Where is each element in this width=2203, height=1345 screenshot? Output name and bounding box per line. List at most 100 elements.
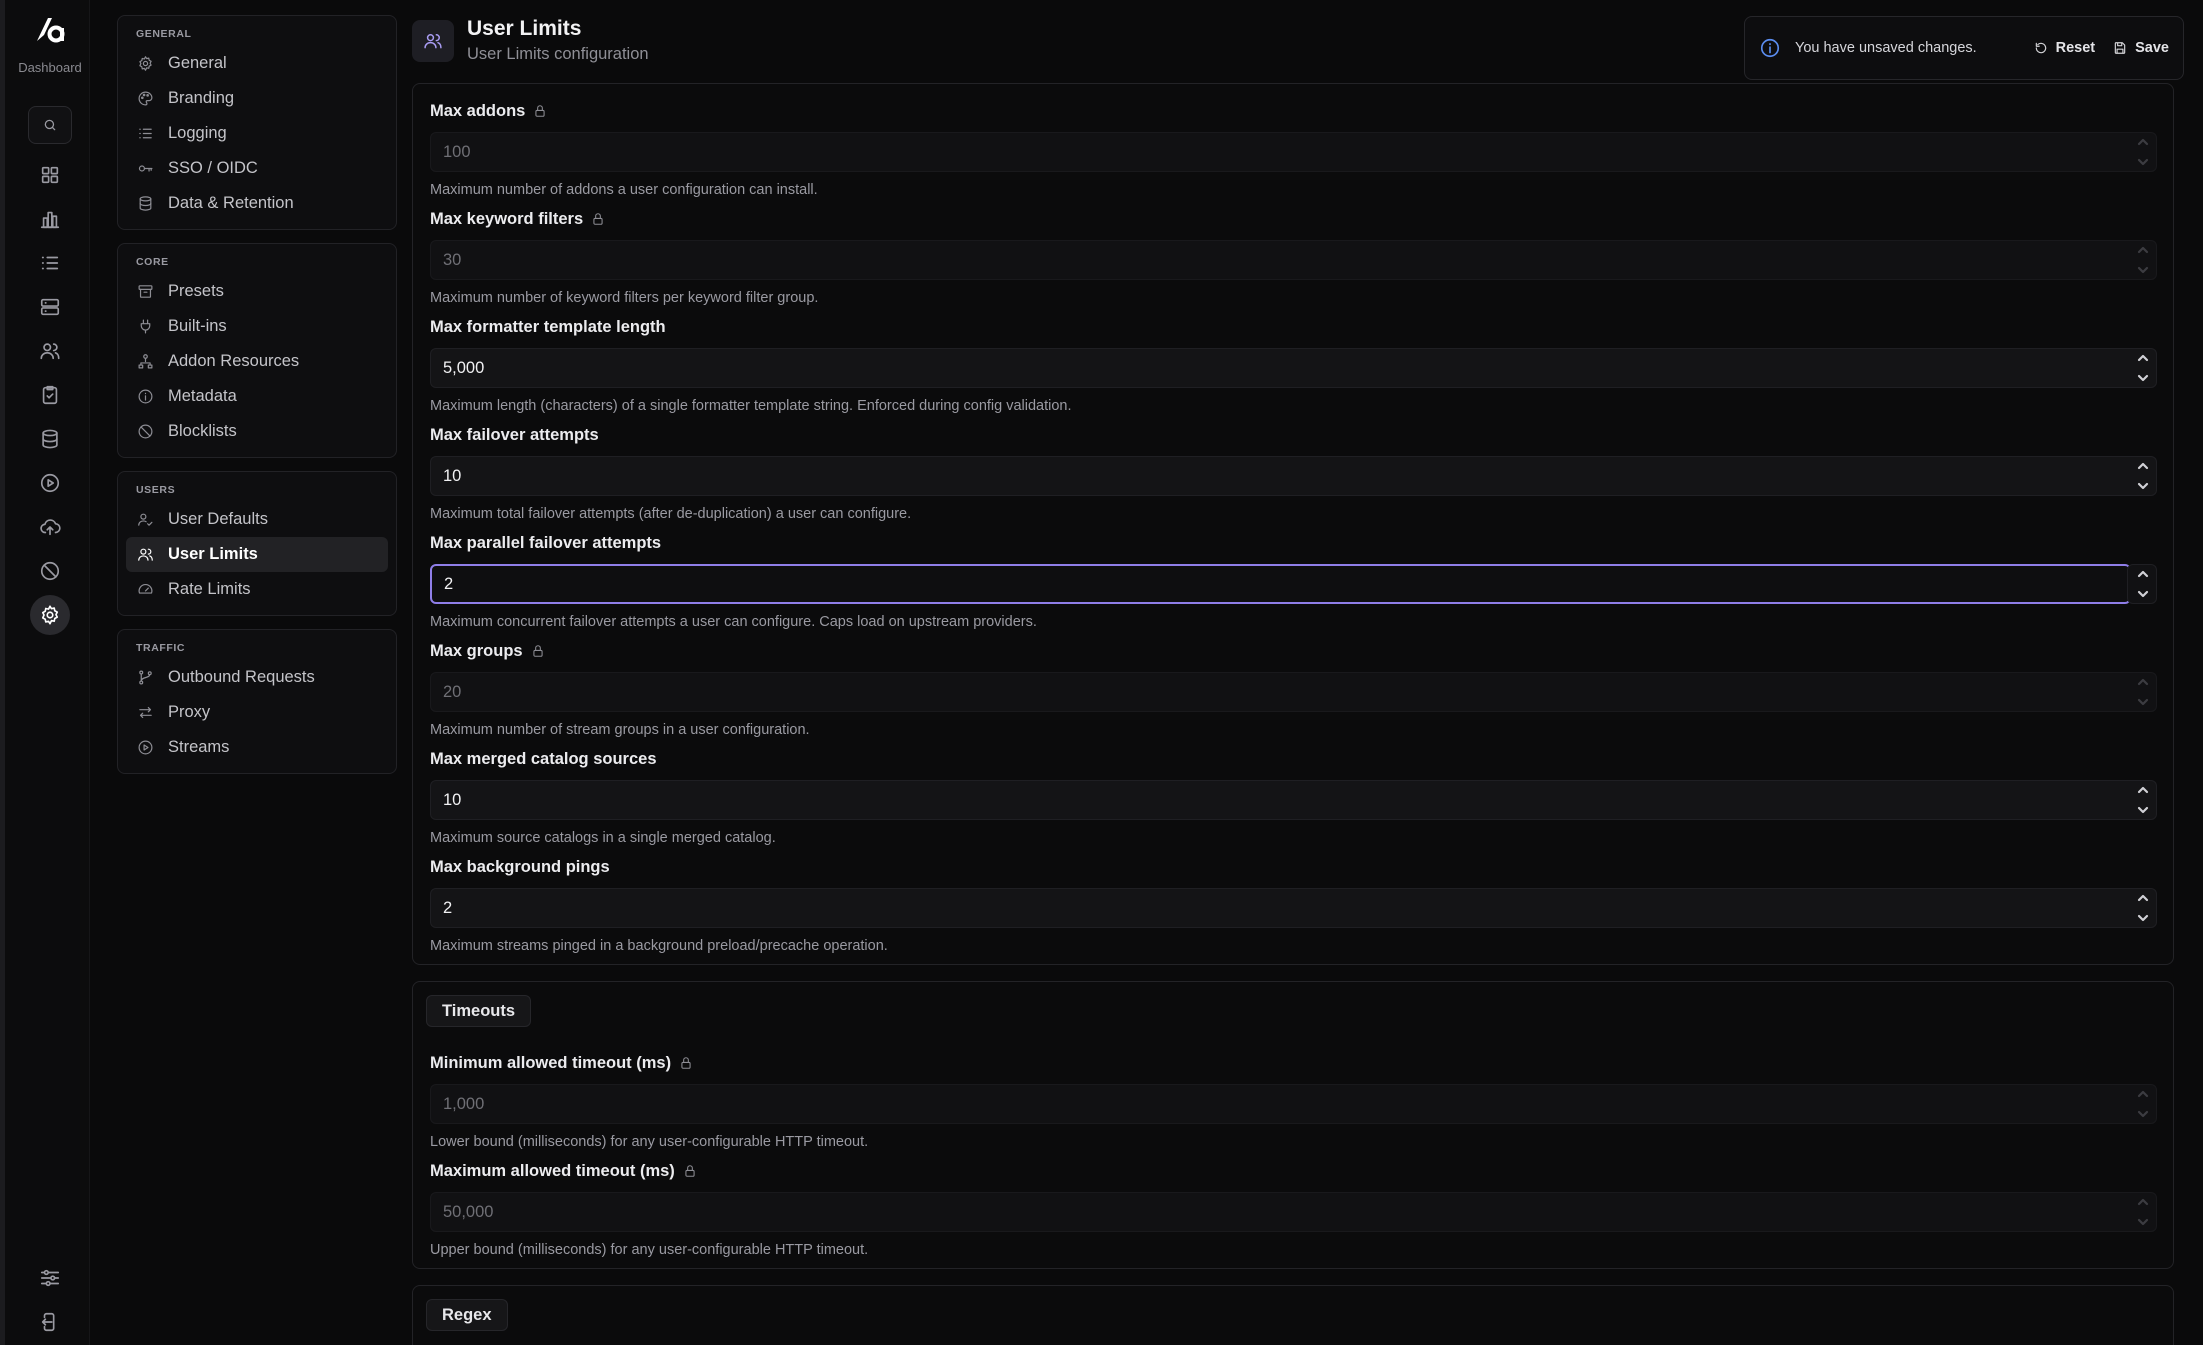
- rail-database-button[interactable]: [30, 419, 70, 459]
- reset-label: Reset: [2055, 40, 2096, 56]
- number-stepper[interactable]: [2135, 460, 2151, 492]
- field-min-allowed-timeout: Minimum allowed timeout (ms) Lower bound…: [430, 1052, 2172, 1152]
- rail-preferences-button[interactable]: [30, 1258, 70, 1298]
- max-parallel-failover-attempts-input[interactable]: [430, 564, 2131, 604]
- plug-icon: [140, 319, 151, 334]
- list-icon: [139, 128, 152, 139]
- nav-item-sso-oidc[interactable]: SSO / OIDC: [126, 151, 388, 186]
- nav-item-logging[interactable]: Logging: [126, 116, 388, 151]
- save-icon: [2114, 42, 2126, 54]
- nav-group-title: TRAFFIC: [136, 642, 186, 654]
- unsaved-message: You have unsaved changes.: [1795, 40, 1977, 56]
- nav-group-users: USERS User Defaults User Limits Rate Lim…: [117, 471, 397, 616]
- users-icon: [40, 343, 60, 360]
- nav-item-rate-limits[interactable]: Rate Limits: [126, 572, 388, 607]
- grid-icon: [41, 166, 59, 184]
- field-max-addons: Max addons Maximum number of addons a us…: [430, 100, 2172, 200]
- logout-icon: [41, 1312, 55, 1332]
- nav-item-branding[interactable]: Branding: [126, 81, 388, 116]
- nav-item-presets[interactable]: Presets: [126, 274, 388, 309]
- field-help: Lower bound (milliseconds) for any user-…: [430, 1134, 869, 1150]
- field-max-failover-attempts: Max failover attempts Maximum total fail…: [430, 424, 2172, 524]
- nav-item-user-defaults[interactable]: User Defaults: [126, 502, 388, 537]
- archive-icon: [138, 285, 153, 298]
- max-addons-input: [430, 132, 2157, 172]
- max-merged-catalog-sources-input[interactable]: [430, 780, 2157, 820]
- rail-dashboard-button[interactable]: [30, 155, 70, 195]
- lock-icon: [531, 644, 545, 658]
- nav-item-outbound-requests[interactable]: Outbound Requests: [126, 660, 388, 695]
- page-title: User Limits: [467, 17, 582, 40]
- number-stepper: [2135, 136, 2151, 168]
- search-icon: [44, 119, 56, 131]
- nav-item-metadata[interactable]: Metadata: [126, 379, 388, 414]
- field-label: Max formatter template length: [430, 317, 666, 336]
- rail-users-button[interactable]: [30, 331, 70, 371]
- nav-item-label: Logging: [168, 124, 227, 142]
- regex-panel: Regex: [412, 1285, 2174, 1345]
- max-background-pings-input[interactable]: [430, 888, 2157, 928]
- field-help: Maximum total failover attempts (after d…: [430, 506, 912, 522]
- number-stepper[interactable]: [2135, 892, 2151, 924]
- rail-analytics-button[interactable]: [30, 199, 70, 239]
- info-icon: [1759, 37, 1781, 59]
- lock-icon: [683, 1164, 697, 1178]
- nav-item-label: Blocklists: [168, 422, 237, 440]
- nav-item-general[interactable]: General: [126, 46, 388, 81]
- field-max-parallel-failover-attempts: Max parallel failover attempts Maximum c…: [430, 532, 2172, 632]
- icon-rail: Dashboard: [0, 0, 90, 1345]
- number-stepper[interactable]: [2135, 568, 2151, 600]
- search-button[interactable]: [28, 106, 72, 144]
- rail-settings-button[interactable]: [30, 595, 70, 635]
- field-label: Max background pings: [430, 857, 610, 876]
- field-help: Maximum concurrent failover attempts a u…: [430, 614, 1037, 630]
- rail-upload-button[interactable]: [30, 507, 70, 547]
- field-label: Max addons: [430, 101, 526, 120]
- field-help: Upper bound (milliseconds) for any user-…: [430, 1242, 869, 1258]
- git-branch-icon: [139, 670, 152, 685]
- cloud-upload-icon: [40, 519, 61, 536]
- rail-tasks-button[interactable]: [30, 375, 70, 415]
- rail-servers-button[interactable]: [30, 287, 70, 327]
- save-button[interactable]: Save: [2113, 40, 2169, 56]
- number-stepper: [2135, 1088, 2151, 1120]
- number-stepper[interactable]: [2135, 784, 2151, 816]
- sliders-icon: [40, 1269, 60, 1287]
- nav-item-proxy[interactable]: Proxy: [126, 695, 388, 730]
- play-circle-icon: [40, 473, 60, 493]
- user-check-icon: [138, 513, 153, 526]
- database-icon: [42, 429, 58, 449]
- rail-logs-button[interactable]: [30, 243, 70, 283]
- number-stepper[interactable]: [2135, 352, 2151, 384]
- key-icon: [138, 165, 153, 172]
- settings-icon: [41, 605, 59, 625]
- rail-streams-button[interactable]: [30, 463, 70, 503]
- nav-item-label: Branding: [168, 89, 235, 107]
- page-subtitle: User Limits configuration: [467, 45, 649, 63]
- field-label: Minimum allowed timeout (ms): [430, 1053, 672, 1072]
- rail-logout-button[interactable]: [30, 1302, 70, 1342]
- nav-item-blocklists[interactable]: Blocklists: [126, 414, 388, 449]
- nav-item-addon-resources[interactable]: Addon Resources: [126, 344, 388, 379]
- max-formatter-template-length-input[interactable]: [430, 348, 2157, 388]
- timeouts-panel: Timeouts Minimum allowed timeout (ms) Lo…: [412, 981, 2174, 1269]
- app-logo[interactable]: [33, 14, 67, 44]
- dashboard-label[interactable]: Dashboard: [5, 60, 95, 75]
- palette-icon: [138, 91, 153, 106]
- gauge-icon: [138, 583, 153, 594]
- reset-icon: [2035, 42, 2046, 54]
- nav-item-user-limits[interactable]: User Limits: [126, 537, 388, 572]
- nav-item-label: Data & Retention: [168, 194, 294, 212]
- limits-panel: Max addons Maximum number of addons a us…: [412, 83, 2174, 965]
- lock-icon: [679, 1056, 693, 1070]
- info-icon: [138, 389, 153, 404]
- nav-item-streams[interactable]: Streams: [126, 730, 388, 765]
- rail-blocklist-button[interactable]: [30, 551, 70, 591]
- max-allowed-timeout-input: [430, 1192, 2157, 1232]
- min-allowed-timeout-input: [430, 1084, 2157, 1124]
- max-failover-attempts-input[interactable]: [430, 456, 2157, 496]
- nav-item-built-ins[interactable]: Built-ins: [126, 309, 388, 344]
- reset-button[interactable]: Reset: [2034, 40, 2096, 56]
- nav-item-data-retention[interactable]: Data & Retention: [126, 186, 388, 221]
- ban-icon: [138, 424, 153, 439]
